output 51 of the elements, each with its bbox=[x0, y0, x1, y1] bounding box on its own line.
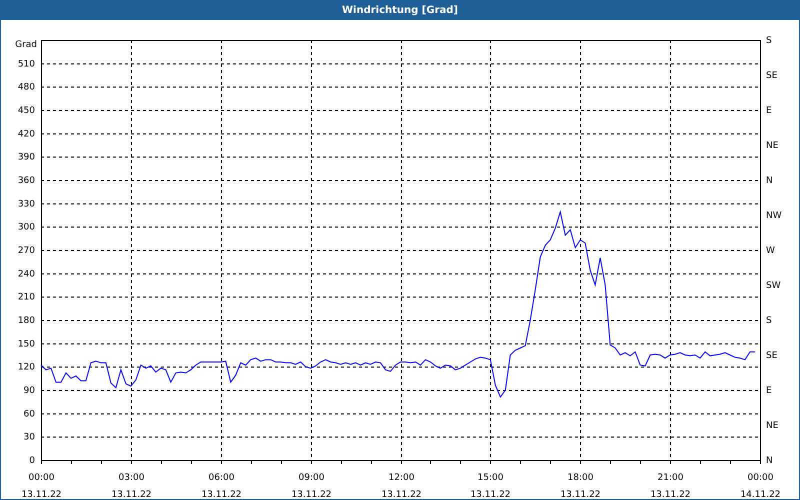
compass-label: NW bbox=[766, 211, 782, 221]
window-title: Windrichtung [Grad] bbox=[342, 4, 458, 18]
date-label: 13.11.22 bbox=[560, 490, 601, 499]
y-axis-label: 480 bbox=[18, 82, 35, 93]
y-axis-label: 150 bbox=[18, 339, 35, 350]
compass-label: S bbox=[766, 316, 772, 326]
x-axis-label: 00:00 bbox=[28, 473, 54, 483]
y-axis-label: 330 bbox=[18, 199, 35, 210]
x-axis-label: 00:00 bbox=[748, 473, 774, 483]
compass-label: W bbox=[766, 246, 775, 256]
x-axis-label: 03:00 bbox=[118, 473, 144, 483]
compass-label: E bbox=[766, 106, 772, 116]
compass-label: SW bbox=[766, 281, 781, 291]
y-axis-title: Grad bbox=[15, 40, 37, 50]
compass-label: E bbox=[766, 386, 772, 396]
date-label: 14.11.22 bbox=[740, 490, 781, 499]
date-label: 13.11.22 bbox=[470, 490, 511, 499]
compass-label: S bbox=[766, 36, 772, 46]
x-axis-label: 06:00 bbox=[208, 473, 234, 483]
x-axis-label: 09:00 bbox=[298, 473, 324, 483]
y-axis-label: 450 bbox=[18, 106, 35, 116]
y-axis-label: 120 bbox=[18, 362, 35, 373]
date-label: 13.11.22 bbox=[291, 490, 332, 499]
x-axis-label: 18:00 bbox=[568, 473, 594, 483]
date-label: 13.11.22 bbox=[111, 490, 152, 499]
date-label: 13.11.22 bbox=[381, 490, 422, 499]
y-axis-label: 210 bbox=[18, 292, 35, 303]
compass-label: SE bbox=[766, 71, 778, 81]
y-axis-label: 0 bbox=[29, 456, 35, 466]
y-axis-label: 240 bbox=[18, 269, 35, 280]
compass-label: N bbox=[766, 176, 773, 186]
compass-label: SE bbox=[766, 351, 778, 361]
y-axis-label: 270 bbox=[18, 246, 35, 256]
y-axis-label: 60 bbox=[24, 409, 35, 420]
x-axis-label: 12:00 bbox=[388, 473, 414, 483]
y-axis-label: 300 bbox=[18, 222, 35, 233]
date-label: 13.11.22 bbox=[21, 490, 62, 499]
x-axis-label: 15:00 bbox=[478, 473, 504, 483]
compass-label: NE bbox=[766, 141, 778, 151]
y-axis-label: 90 bbox=[24, 386, 35, 396]
compass-label: NE bbox=[766, 421, 778, 431]
y-axis-label: 420 bbox=[18, 129, 35, 140]
x-axis-label: 21:00 bbox=[658, 473, 684, 483]
y-axis-label: 390 bbox=[18, 152, 35, 163]
compass-label: N bbox=[766, 456, 773, 466]
y-axis-label: 510 bbox=[18, 59, 35, 70]
date-label: 13.11.22 bbox=[650, 490, 691, 499]
date-label: 13.11.22 bbox=[201, 490, 242, 499]
y-axis-label: 180 bbox=[18, 316, 35, 326]
y-axis-label: 30 bbox=[24, 432, 35, 443]
y-axis-label: 360 bbox=[18, 176, 35, 186]
